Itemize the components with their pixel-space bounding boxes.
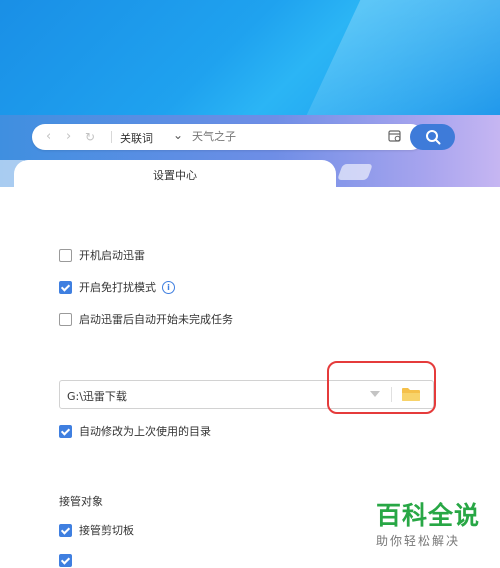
do-not-disturb-checkbox[interactable] (59, 280, 72, 294)
auto-resume-option[interactable]: 启动迅雷后自动开始未完成任务 (59, 311, 233, 327)
address-bar[interactable]: ‹ › ↻ 关联词 ⌄ (32, 124, 424, 150)
download-directory-value: G:\迅雷下载 (67, 390, 127, 403)
bookmark-folder-icon[interactable] (388, 129, 402, 143)
refresh-icon[interactable]: ↻ (85, 130, 95, 144)
do-not-disturb-label: 开启免打扰模式 (79, 281, 156, 294)
partial-checkbox[interactable] (59, 553, 72, 567)
auto-resume-checkbox[interactable] (59, 312, 72, 326)
clipboard-label: 接管剪切板 (79, 524, 134, 537)
do-not-disturb-option[interactable]: 开启免打扰模式 i (59, 279, 175, 295)
auto-last-dir-label: 自动修改为上次使用的目录 (79, 425, 211, 438)
auto-resume-label: 启动迅雷后自动开始未完成任务 (79, 313, 233, 326)
startup-checkbox[interactable] (59, 248, 72, 262)
search-icon (426, 130, 441, 145)
address-label[interactable]: 关联词 (120, 130, 153, 146)
forward-icon[interactable]: › (66, 130, 71, 144)
startup-label: 开机启动迅雷 (79, 249, 145, 262)
chevron-down-icon[interactable]: ⌄ (173, 128, 183, 142)
desktop-light-streak (295, 0, 500, 115)
partial-option[interactable] (59, 552, 72, 568)
tab-settings-center[interactable]: 设置中心 (14, 160, 336, 187)
search-button[interactable] (410, 124, 455, 150)
startup-option[interactable]: 开机启动迅雷 (59, 247, 145, 263)
auto-last-dir-option[interactable]: 自动修改为上次使用的目录 (59, 423, 211, 439)
clipboard-checkbox[interactable] (59, 523, 72, 537)
address-divider (111, 131, 112, 143)
desktop-background (0, 0, 500, 115)
takeover-section-title: 接管对象 (59, 495, 103, 508)
search-input[interactable] (192, 130, 362, 143)
info-icon[interactable]: i (162, 280, 175, 294)
auto-last-dir-checkbox[interactable] (59, 424, 72, 438)
annotation-highlight (327, 361, 436, 414)
watermark: 百科全说 助你轻松解决 (376, 502, 488, 549)
new-tab-button[interactable] (337, 164, 373, 180)
tab-label: 设置中心 (153, 169, 197, 182)
watermark-title: 百科全说 (376, 501, 481, 530)
back-icon[interactable]: ‹ (46, 130, 51, 144)
watermark-subtitle: 助你轻松解决 (376, 534, 461, 548)
clipboard-option[interactable]: 接管剪切板 (59, 522, 134, 538)
